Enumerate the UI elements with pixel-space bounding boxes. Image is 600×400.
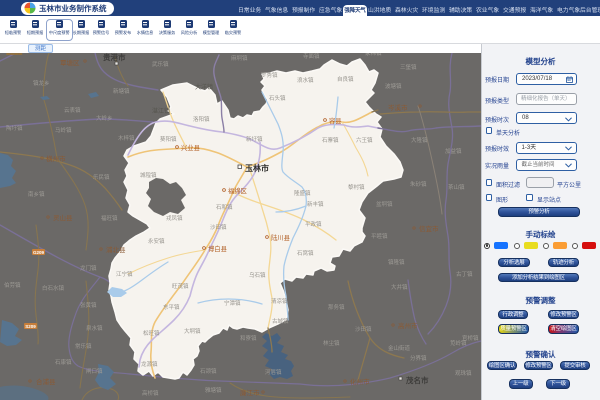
svg-text:伯劳镇: 伯劳镇 — [4, 281, 21, 289]
svg-text:松旺镇: 松旺镇 — [143, 329, 160, 337]
svg-text:玉林市: 玉林市 — [245, 163, 269, 173]
svg-text:信宜市: 信宜市 — [419, 224, 439, 233]
svg-text:石和镇: 石和镇 — [216, 203, 233, 211]
svg-text:大垌镇: 大垌镇 — [184, 327, 201, 335]
svg-text:平政镇: 平政镇 — [305, 220, 322, 228]
svg-text:古丁镇: 古丁镇 — [456, 270, 473, 278]
svg-text:六王镇: 六王镇 — [356, 136, 373, 144]
svg-text:南乡镇: 南乡镇 — [28, 190, 45, 198]
svg-text:化州市: 化州市 — [350, 377, 370, 386]
svg-text:雅塘镇: 雅塘镇 — [205, 386, 222, 394]
svg-text:合浦县: 合浦县 — [36, 377, 56, 386]
svg-text:容县: 容县 — [329, 116, 342, 125]
svg-text:镇隆镇: 镇隆镇 — [388, 258, 405, 266]
svg-text:旺茂镇: 旺茂镇 — [172, 282, 189, 290]
svg-text:贵港市: 贵港市 — [103, 53, 126, 62]
svg-text:江宁镇: 江宁镇 — [116, 270, 133, 278]
svg-text:浦北县: 浦北县 — [106, 245, 126, 254]
svg-text:平睦镇: 平睦镇 — [371, 232, 388, 240]
svg-text:龙门镇: 龙门镇 — [80, 264, 97, 272]
svg-text:大洋镇: 大洋镇 — [195, 83, 213, 91]
svg-text:和寮镇: 和寮镇 — [240, 334, 257, 342]
svg-text:高桥镇: 高桥镇 — [142, 389, 159, 397]
svg-text:马岭镇: 马岭镇 — [55, 126, 72, 134]
svg-text:东平镇: 东平镇 — [163, 303, 180, 311]
svg-text:大岭乡: 大岭乡 — [96, 114, 113, 122]
svg-text:河唇镇: 河唇镇 — [265, 368, 282, 376]
svg-text:朱砂镇: 朱砂镇 — [410, 180, 427, 188]
svg-text:葵阳镇: 葵阳镇 — [160, 135, 177, 143]
svg-text:分界镇: 分界镇 — [410, 354, 427, 362]
svg-text:兴业县: 兴业县 — [181, 143, 200, 152]
svg-text:石颈镇: 石颈镇 — [200, 367, 217, 375]
svg-text:古城镇: 古城镇 — [272, 317, 289, 325]
svg-text:石寨镇: 石寨镇 — [322, 136, 339, 144]
svg-text:洛阳镇: 洛阳镇 — [193, 115, 210, 123]
svg-text:林尘镇: 林尘镇 — [323, 339, 340, 347]
svg-text:那务镇: 那务镇 — [328, 303, 345, 311]
svg-text:新丰镇: 新丰镇 — [307, 200, 324, 208]
svg-text:盆垌镇: 盆垌镇 — [376, 200, 393, 208]
svg-text:乐民镇: 乐民镇 — [93, 173, 110, 181]
svg-text:云表镇: 云表镇 — [64, 106, 81, 114]
svg-text:宁潭镇: 宁潭镇 — [224, 299, 241, 307]
svg-text:岑溪市: 岑溪市 — [388, 103, 408, 112]
svg-text:木梓镇: 木梓镇 — [118, 134, 135, 142]
svg-text:观珠镇: 观珠镇 — [455, 369, 472, 377]
svg-text:张黄镇: 张黄镇 — [80, 301, 97, 309]
svg-text:永安镇: 永安镇 — [148, 237, 165, 245]
svg-text:博白县: 博白县 — [208, 244, 227, 253]
svg-text:乌石镇: 乌石镇 — [249, 271, 266, 279]
svg-text:覃塘区: 覃塘区 — [60, 58, 80, 67]
svg-text:隆盛镇: 隆盛镇 — [294, 189, 311, 197]
svg-text:大隆镇: 大隆镇 — [411, 136, 428, 144]
svg-text:白石水镇: 白石水镇 — [42, 284, 65, 292]
svg-text:城隍镇: 城隍镇 — [140, 171, 157, 179]
svg-text:金山街道: 金山街道 — [388, 344, 411, 352]
svg-text:石康镇: 石康镇 — [55, 358, 72, 366]
svg-text:镇龙乡: 镇龙乡 — [33, 79, 50, 87]
svg-text:罗秀镇: 罗秀镇 — [261, 71, 278, 79]
svg-text:福旺镇: 福旺镇 — [101, 214, 118, 222]
svg-text:灵山县: 灵山县 — [53, 213, 73, 222]
svg-text:湛江镇: 湛江镇 — [152, 107, 170, 115]
svg-text:陶圩镇: 陶圩镇 — [6, 124, 23, 132]
svg-text:新塘镇: 新塘镇 — [113, 87, 130, 95]
svg-text:波塘镇: 波塘镇 — [385, 82, 402, 90]
svg-text:泉水镇: 泉水镇 — [86, 324, 103, 332]
svg-text:戎凤镇: 戎凤镇 — [166, 214, 183, 222]
svg-text:黎村镇: 黎村镇 — [348, 183, 365, 191]
svg-text:寺面镇: 寺面镇 — [303, 53, 320, 60]
svg-text:清凉镇: 清凉镇 — [271, 297, 288, 305]
svg-text:S209: S209 — [25, 324, 36, 329]
svg-text:浪水镇: 浪水镇 — [297, 76, 314, 84]
svg-text:廉江市: 廉江市 — [240, 388, 260, 397]
svg-text:麻垌镇: 麻垌镇 — [231, 54, 248, 62]
svg-text:闸口镇: 闸口镇 — [86, 367, 103, 375]
svg-text:G209: G209 — [33, 250, 45, 255]
svg-text:笕岭镇: 笕岭镇 — [450, 339, 467, 347]
svg-text:陆川县: 陆川县 — [271, 233, 290, 242]
svg-text:常乐镇: 常乐镇 — [75, 342, 92, 350]
svg-text:沙田镇: 沙田镇 — [355, 325, 372, 333]
svg-text:家棉镇: 家棉镇 — [365, 53, 382, 57]
svg-text:福绵区: 福绵区 — [228, 186, 247, 195]
svg-text:石头镇: 石头镇 — [269, 94, 286, 102]
svg-text:加益镇: 加益镇 — [445, 147, 462, 155]
svg-text:沙田镇: 沙田镇 — [210, 223, 227, 231]
svg-text:高州市: 高州市 — [398, 321, 418, 330]
svg-text:茂名市: 茂名市 — [406, 375, 429, 385]
svg-text:石窝镇: 石窝镇 — [297, 249, 314, 257]
svg-text:武乐镇: 武乐镇 — [152, 60, 169, 68]
svg-text:茶山镇: 茶山镇 — [448, 183, 465, 191]
svg-text:龙源镇: 龙源镇 — [141, 360, 158, 368]
svg-text:横州市: 横州市 — [46, 154, 66, 163]
svg-text:三堡镇: 三堡镇 — [400, 63, 417, 71]
svg-text:新圩镇: 新圩镇 — [246, 135, 263, 143]
svg-text:大井镇: 大井镇 — [391, 283, 408, 291]
svg-text:自良镇: 自良镇 — [337, 75, 354, 83]
